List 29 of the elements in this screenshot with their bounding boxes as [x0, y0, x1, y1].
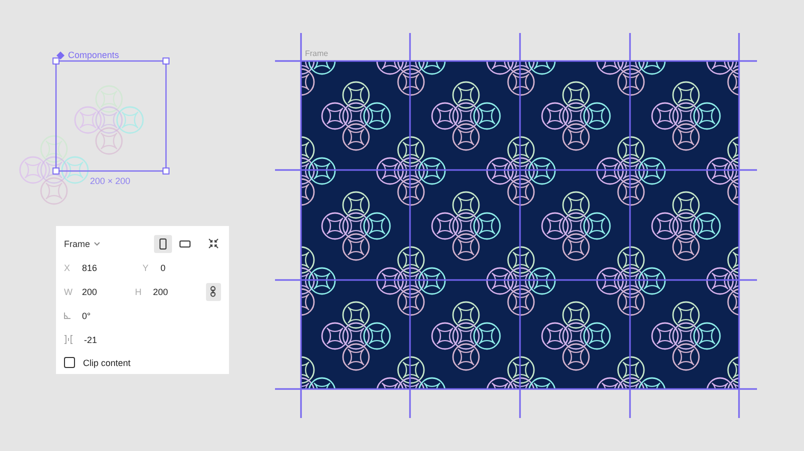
chevron-down-icon[interactable]: [94, 242, 100, 246]
checkbox[interactable]: [64, 357, 75, 368]
selection-frame[interactable]: [55, 60, 167, 172]
component-icon: [56, 50, 65, 60]
portrait-button[interactable]: [154, 234, 172, 253]
value-field[interactable]: 200: [152, 286, 168, 297]
size-label: 200 × 200: [90, 176, 130, 186]
resize-handle[interactable]: [52, 168, 60, 174]
resize-handle[interactable]: [162, 58, 170, 64]
frame-type-label[interactable]: Frame: [64, 238, 90, 249]
clip-content-label[interactable]: Clip content: [83, 358, 131, 368]
angle-icon: [64, 312, 71, 320]
constrain-proportions-button[interactable]: [206, 282, 221, 301]
resize-handle[interactable]: [52, 58, 60, 64]
field-label: Y: [142, 262, 150, 273]
spacing-icon: [64, 335, 73, 344]
value-field[interactable]: 0°: [82, 310, 91, 321]
resize-handle[interactable]: [162, 168, 170, 174]
value-field[interactable]: 816: [82, 262, 98, 273]
collapse-icon[interactable]: [208, 238, 219, 250]
value-field[interactable]: 0: [160, 262, 166, 273]
field-label: X: [64, 262, 71, 273]
value-field[interactable]: -21: [84, 334, 98, 345]
field-label: W: [64, 286, 71, 297]
value-field[interactable]: 200: [82, 286, 98, 297]
portrait-icon: [159, 238, 167, 250]
landscape-icon: [179, 240, 191, 248]
field-label: H: [134, 286, 142, 297]
link-icon: [210, 286, 216, 298]
